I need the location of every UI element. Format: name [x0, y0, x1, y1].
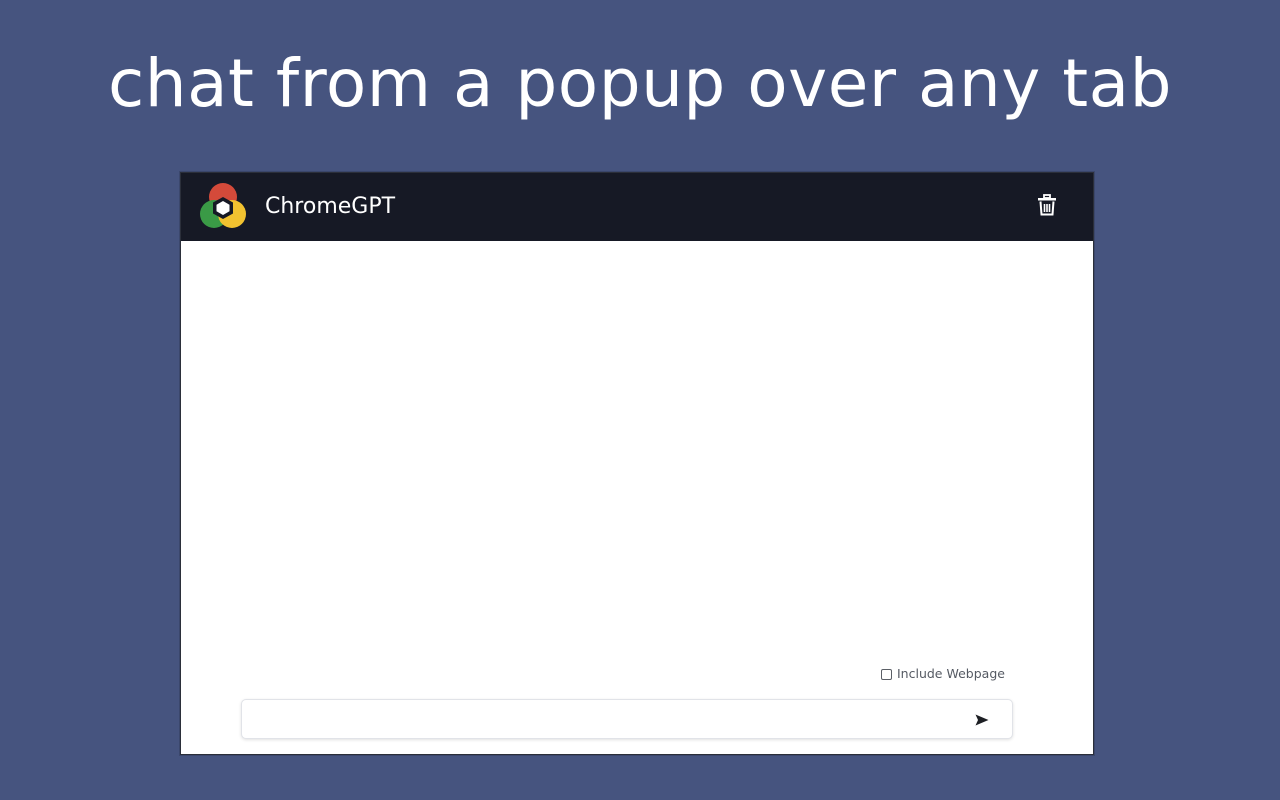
send-icon	[975, 711, 989, 730]
chromegpt-logo-icon	[199, 183, 247, 231]
popup-header: ChromeGPT	[181, 173, 1093, 241]
chat-messages-area	[181, 241, 1093, 651]
app-title: ChromeGPT	[265, 194, 396, 219]
trash-icon	[1037, 194, 1057, 220]
clear-chat-button[interactable]	[1033, 193, 1061, 221]
send-button[interactable]	[970, 708, 994, 732]
headline: chat from a popup over any tab	[108, 45, 1172, 122]
message-input-bar	[241, 699, 1013, 739]
include-webpage-toggle[interactable]: Include Webpage	[881, 665, 1005, 683]
chat-popup: ChromeGPT Include Webpage	[180, 172, 1094, 755]
include-webpage-label: Include Webpage	[897, 666, 1005, 681]
message-input[interactable]	[252, 706, 956, 734]
include-webpage-checkbox[interactable]	[881, 668, 892, 680]
